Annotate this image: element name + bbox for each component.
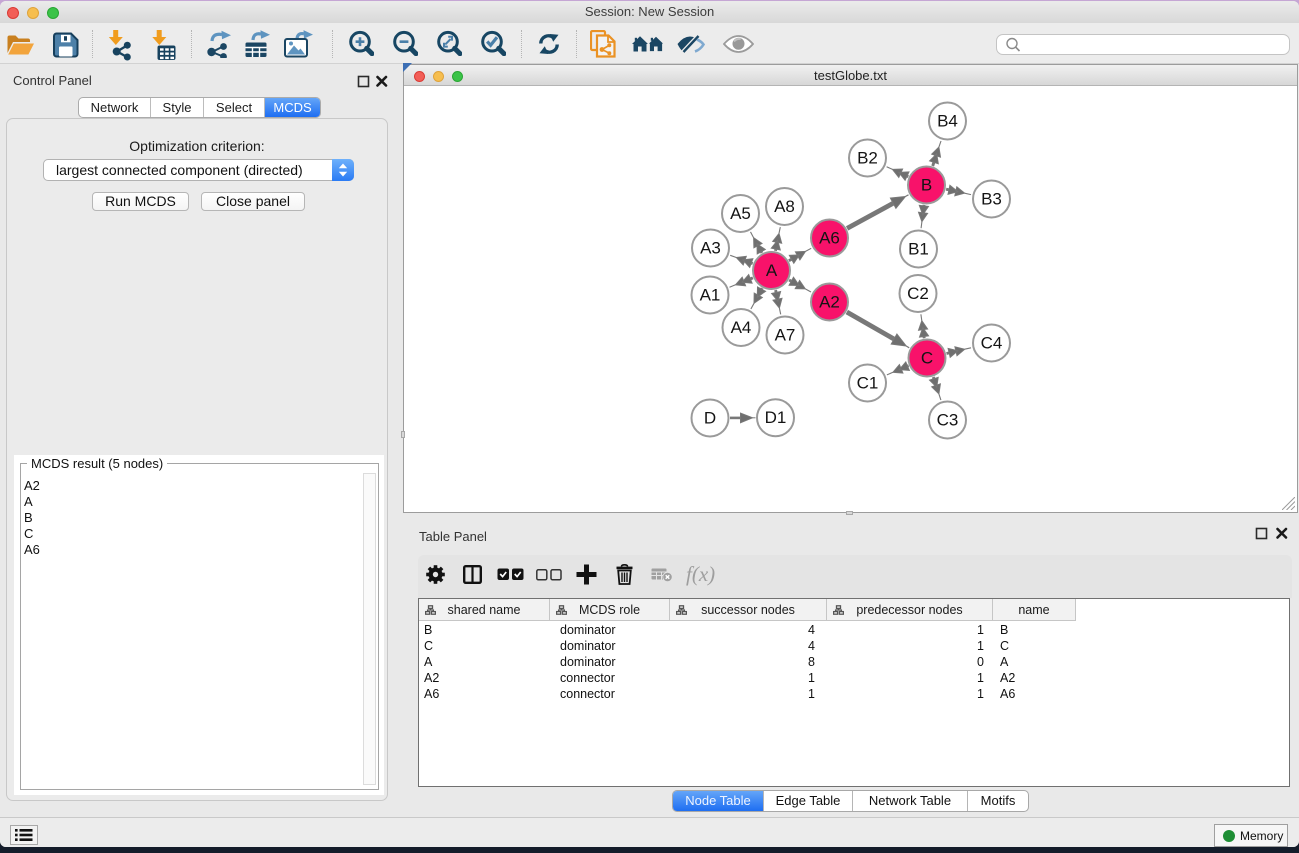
svg-text:B1: B1 (908, 240, 929, 259)
svg-text:A4: A4 (731, 318, 752, 337)
svg-text:A: A (766, 261, 778, 280)
svg-text:C2: C2 (907, 284, 929, 303)
svg-text:C4: C4 (981, 334, 1003, 353)
svg-text:C1: C1 (857, 374, 879, 393)
svg-text:A5: A5 (730, 204, 751, 223)
svg-text:C3: C3 (937, 411, 959, 430)
svg-text:B4: B4 (937, 112, 958, 131)
svg-text:B: B (921, 176, 932, 195)
svg-text:A8: A8 (774, 197, 795, 216)
svg-text:B2: B2 (857, 149, 878, 168)
svg-text:D: D (704, 409, 716, 428)
svg-text:B3: B3 (981, 190, 1002, 209)
svg-text:A6: A6 (819, 229, 840, 248)
svg-text:C: C (921, 349, 933, 368)
svg-text:A2: A2 (819, 293, 840, 312)
svg-text:A3: A3 (700, 239, 721, 258)
svg-text:A7: A7 (775, 326, 796, 345)
svg-text:D1: D1 (765, 408, 787, 427)
svg-text:A1: A1 (700, 286, 721, 305)
